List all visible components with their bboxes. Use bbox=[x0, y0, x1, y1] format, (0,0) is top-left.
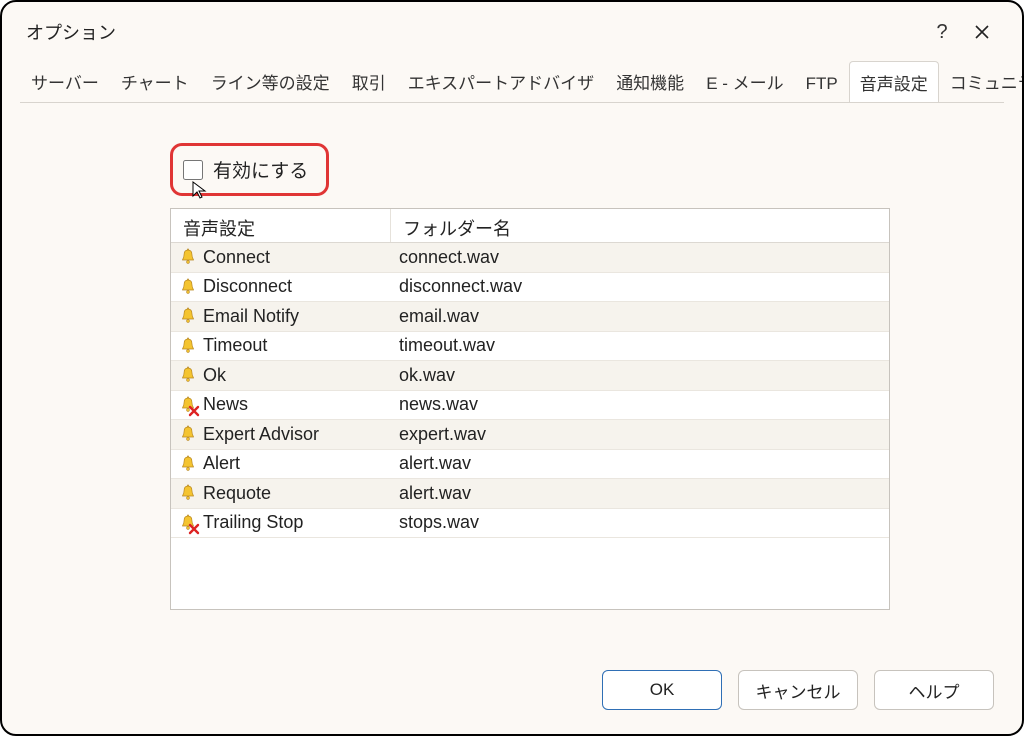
cell-event: Alert bbox=[171, 450, 391, 479]
dialog-footer: OK キャンセル ヘルプ bbox=[2, 654, 1022, 734]
cell-file: email.wav bbox=[391, 302, 889, 331]
table-row[interactable]: Ok ok.wav bbox=[171, 361, 889, 391]
table-row[interactable]: Disconnect disconnect.wav bbox=[171, 273, 889, 303]
tab-6[interactable]: E - メール bbox=[695, 60, 794, 102]
event-label: Disconnect bbox=[203, 276, 292, 297]
help-button[interactable]: ヘルプ bbox=[874, 670, 994, 710]
window-title: オプション bbox=[26, 19, 116, 45]
table-header: 音声設定 フォルダー名 bbox=[171, 209, 889, 243]
sound-table: 音声設定 フォルダー名 Connectconnect.wavDisconnect… bbox=[170, 208, 890, 610]
cell-file: expert.wav bbox=[391, 420, 889, 449]
event-label: Expert Advisor bbox=[203, 424, 319, 445]
bell-icon bbox=[179, 484, 197, 502]
cell-event: Disconnect bbox=[171, 273, 391, 302]
event-label: News bbox=[203, 394, 248, 415]
cell-event: Email Notify bbox=[171, 302, 391, 331]
table-row[interactable]: Requote alert.wav bbox=[171, 479, 889, 509]
enable-highlight: 有効にする bbox=[170, 143, 329, 196]
help-icon[interactable]: ? bbox=[922, 12, 962, 52]
cell-event: Connect bbox=[171, 243, 391, 272]
cell-file: alert.wav bbox=[391, 450, 889, 479]
bell-muted-icon bbox=[179, 514, 197, 532]
table-row[interactable]: Expert Advisor expert.wav bbox=[171, 420, 889, 450]
table-row[interactable]: News news.wav bbox=[171, 391, 889, 421]
event-label: Requote bbox=[203, 483, 271, 504]
enable-label: 有効にする bbox=[213, 156, 308, 183]
table-row[interactable]: Connect connect.wav bbox=[171, 243, 889, 273]
event-label: Connect bbox=[203, 247, 270, 268]
bell-icon bbox=[179, 425, 197, 443]
close-icon[interactable] bbox=[962, 12, 1002, 52]
table-row[interactable]: Email Notify email.wav bbox=[171, 302, 889, 332]
tab-3[interactable]: 取引 bbox=[341, 60, 397, 102]
bell-icon bbox=[179, 455, 197, 473]
event-label: Timeout bbox=[203, 335, 267, 356]
cancel-button[interactable]: キャンセル bbox=[738, 670, 858, 710]
cell-file: timeout.wav bbox=[391, 332, 889, 361]
cell-file: ok.wav bbox=[391, 361, 889, 390]
ok-button[interactable]: OK bbox=[602, 670, 722, 710]
event-label: Ok bbox=[203, 365, 226, 386]
table-row[interactable]: Timeout timeout.wav bbox=[171, 332, 889, 362]
bell-muted-icon bbox=[179, 396, 197, 414]
cell-file: connect.wav bbox=[391, 243, 889, 272]
bell-icon bbox=[179, 366, 197, 384]
event-label: Trailing Stop bbox=[203, 512, 303, 533]
bell-icon bbox=[179, 248, 197, 266]
table-body: Connect connect.wav Disconnect disconnect.w… bbox=[171, 243, 889, 538]
cell-event: Expert Advisor bbox=[171, 420, 391, 449]
enable-checkbox[interactable] bbox=[183, 160, 203, 180]
tab-strip: サーバーチャートライン等の設定取引エキスパートアドバイザ通知機能E - メールF… bbox=[2, 58, 1022, 102]
bell-icon bbox=[179, 278, 197, 296]
cell-event: Trailing Stop bbox=[171, 509, 391, 538]
bell-icon bbox=[179, 307, 197, 325]
table-row[interactable]: Trailing Stop stops.wav bbox=[171, 509, 889, 539]
cell-event: News bbox=[171, 391, 391, 420]
cell-event: Ok bbox=[171, 361, 391, 390]
options-dialog: オプション ? サーバーチャートライン等の設定取引エキスパートアドバイザ通知機能… bbox=[0, 0, 1024, 736]
cell-file: stops.wav bbox=[391, 509, 889, 538]
tab-0[interactable]: サーバー bbox=[20, 60, 110, 102]
bell-icon bbox=[179, 337, 197, 355]
tab-panel-sound: 有効にする 音声設定 フォルダー名 Connectconnect.wavDisc… bbox=[20, 102, 1004, 654]
tab-9[interactable]: コミュニティ bbox=[939, 60, 1024, 102]
event-label: Email Notify bbox=[203, 306, 299, 327]
event-label: Alert bbox=[203, 453, 240, 474]
tab-4[interactable]: エキスパートアドバイザ bbox=[397, 60, 606, 102]
tab-1[interactable]: チャート bbox=[110, 60, 200, 102]
cell-event: Timeout bbox=[171, 332, 391, 361]
cell-file: disconnect.wav bbox=[391, 273, 889, 302]
header-file[interactable]: フォルダー名 bbox=[391, 209, 889, 242]
cell-file: news.wav bbox=[391, 391, 889, 420]
tab-5[interactable]: 通知機能 bbox=[605, 60, 695, 102]
tab-8[interactable]: 音声設定 bbox=[849, 61, 939, 103]
tab-2[interactable]: ライン等の設定 bbox=[200, 60, 341, 102]
cursor-icon bbox=[191, 180, 211, 200]
cell-file: alert.wav bbox=[391, 479, 889, 508]
tab-7[interactable]: FTP bbox=[795, 65, 849, 102]
titlebar: オプション ? bbox=[2, 2, 1022, 58]
table-row[interactable]: Alert alert.wav bbox=[171, 450, 889, 480]
header-event[interactable]: 音声設定 bbox=[171, 209, 391, 242]
cell-event: Requote bbox=[171, 479, 391, 508]
